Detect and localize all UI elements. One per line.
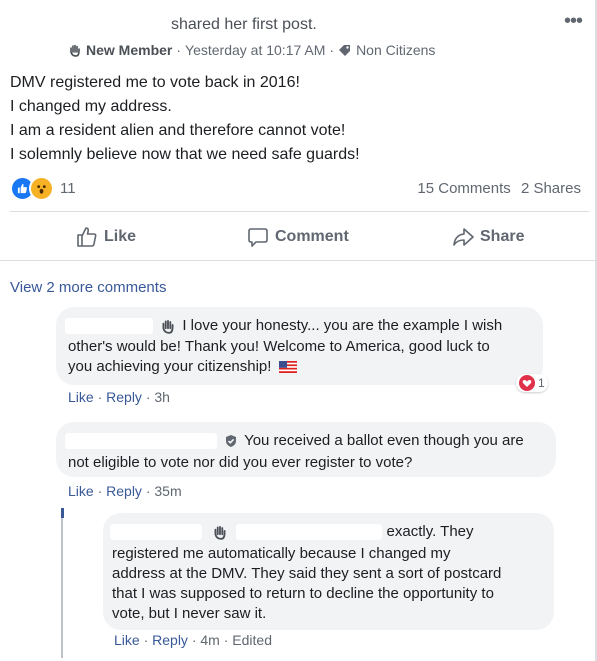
comment-button[interactable]: Comment [247, 226, 349, 248]
comment-line: exactly. They [110, 522, 474, 542]
view-more-comments-link[interactable]: View 2 more comments [10, 279, 166, 296]
comment-text: I love your honesty... you are the examp… [182, 317, 503, 334]
comment-text: you achieving your citizenship! [68, 358, 272, 375]
comment-text: address at the DMV. They said they sent … [112, 565, 502, 582]
redacted-mention[interactable] [236, 524, 383, 541]
comments-count-link[interactable]: 15 Comments [417, 180, 510, 197]
comment-time[interactable]: 35m [154, 483, 181, 499]
post-timestamp[interactable]: Yesterday at 10:17 AM [185, 42, 325, 58]
redacted-author-name[interactable] [65, 433, 217, 450]
comment-like-link[interactable]: Like [68, 483, 94, 499]
comment-like-link[interactable]: Like [68, 389, 94, 405]
comment-actions: Like · Reply · 3h [68, 389, 170, 405]
share-icon [453, 228, 474, 246]
comment-text: vote, but I never saw it. [112, 605, 267, 622]
wave-hand-icon [162, 319, 174, 334]
like-label: Like [104, 228, 137, 245]
comment-text: registered me automatically because I ch… [112, 545, 451, 562]
edited-label[interactable]: Edited [232, 632, 272, 648]
comment-line: You received a ballot even though you ar… [65, 431, 524, 451]
post-line: DMV registered me to vote back in 2016! [10, 74, 300, 91]
comment-label: Comment [275, 228, 349, 245]
comment-actions: Like · Reply · 35m [68, 483, 182, 499]
comment-reply-link[interactable]: Reply [152, 632, 188, 648]
post-line: I am a resident alien and therefore cann… [10, 122, 346, 139]
wave-hand-icon [214, 525, 226, 540]
redacted-author-name[interactable] [110, 524, 202, 541]
meta-separator: · [176, 42, 182, 58]
post-meta: New Member · Yesterday at 10:17 AM · Non… [68, 42, 435, 58]
reaction-count: 11 [60, 180, 76, 197]
comment-icon [248, 228, 268, 247]
share-button[interactable]: Share [452, 226, 524, 248]
comment-text: not eligible to vote nor did you ever re… [68, 454, 413, 471]
comment-actions: Like · Reply · 4m · Edited [114, 632, 272, 648]
verified-shield-icon [226, 435, 237, 448]
share-label: Share [480, 228, 525, 245]
post-body: DMV registered me to vote back in 2016! … [10, 71, 360, 167]
reply-thread-accent [61, 508, 64, 518]
divider [10, 211, 589, 212]
comment-time[interactable]: 4m [200, 632, 219, 648]
divider [0, 260, 597, 261]
comment-reaction-count: 1 [538, 376, 545, 390]
comment-bubble: I love your honesty... you are the examp… [56, 307, 543, 385]
tag-icon [339, 45, 351, 56]
wave-hand-icon [70, 44, 80, 57]
like-button[interactable]: Like [76, 226, 136, 248]
post-line: I solemnly believe now that we need safe… [10, 146, 360, 163]
redacted-author-name[interactable] [65, 318, 153, 335]
us-flag-icon [278, 361, 297, 374]
new-member-badge[interactable]: New Member [86, 42, 172, 58]
reply-bubble: exactly. They registered me automaticall… [103, 513, 554, 630]
wow-reaction-icon [29, 176, 54, 201]
comment-like-link[interactable]: Like [114, 632, 140, 648]
comment-text: You received a ballot even though you ar… [244, 432, 524, 449]
comment-text: exactly. They [386, 523, 474, 540]
post-line: I changed my address. [10, 98, 172, 115]
thumbs-up-icon [77, 227, 97, 247]
post-stats: 15 Comments 2 Shares [411, 180, 581, 197]
heart-reaction-icon [519, 375, 535, 391]
meta-separator: · [329, 42, 335, 58]
comment-reply-link[interactable]: Reply [106, 483, 142, 499]
comment-reply-link[interactable]: Reply [106, 389, 142, 405]
shares-count-link[interactable]: 2 Shares [521, 180, 581, 197]
post-header-action: shared her first post. [171, 16, 317, 33]
comment-time[interactable]: 3h [154, 389, 170, 405]
post-topic[interactable]: Non Citizens [356, 42, 435, 58]
comment-reaction-summary[interactable]: 1 [516, 374, 548, 392]
reply-thread-line [61, 508, 63, 658]
comment-text: other's would be! Thank you! Welcome to … [68, 338, 490, 355]
more-options-icon[interactable]: ••• [564, 10, 583, 33]
comment-bubble: You received a ballot even though you ar… [56, 422, 556, 477]
comment-line: you achieving your citizenship! [68, 357, 297, 377]
comment-line: I love your honesty... you are the examp… [65, 316, 502, 336]
reaction-summary[interactable]: 11 [10, 176, 76, 201]
comment-text: that I was supposed to return to decline… [112, 585, 494, 602]
